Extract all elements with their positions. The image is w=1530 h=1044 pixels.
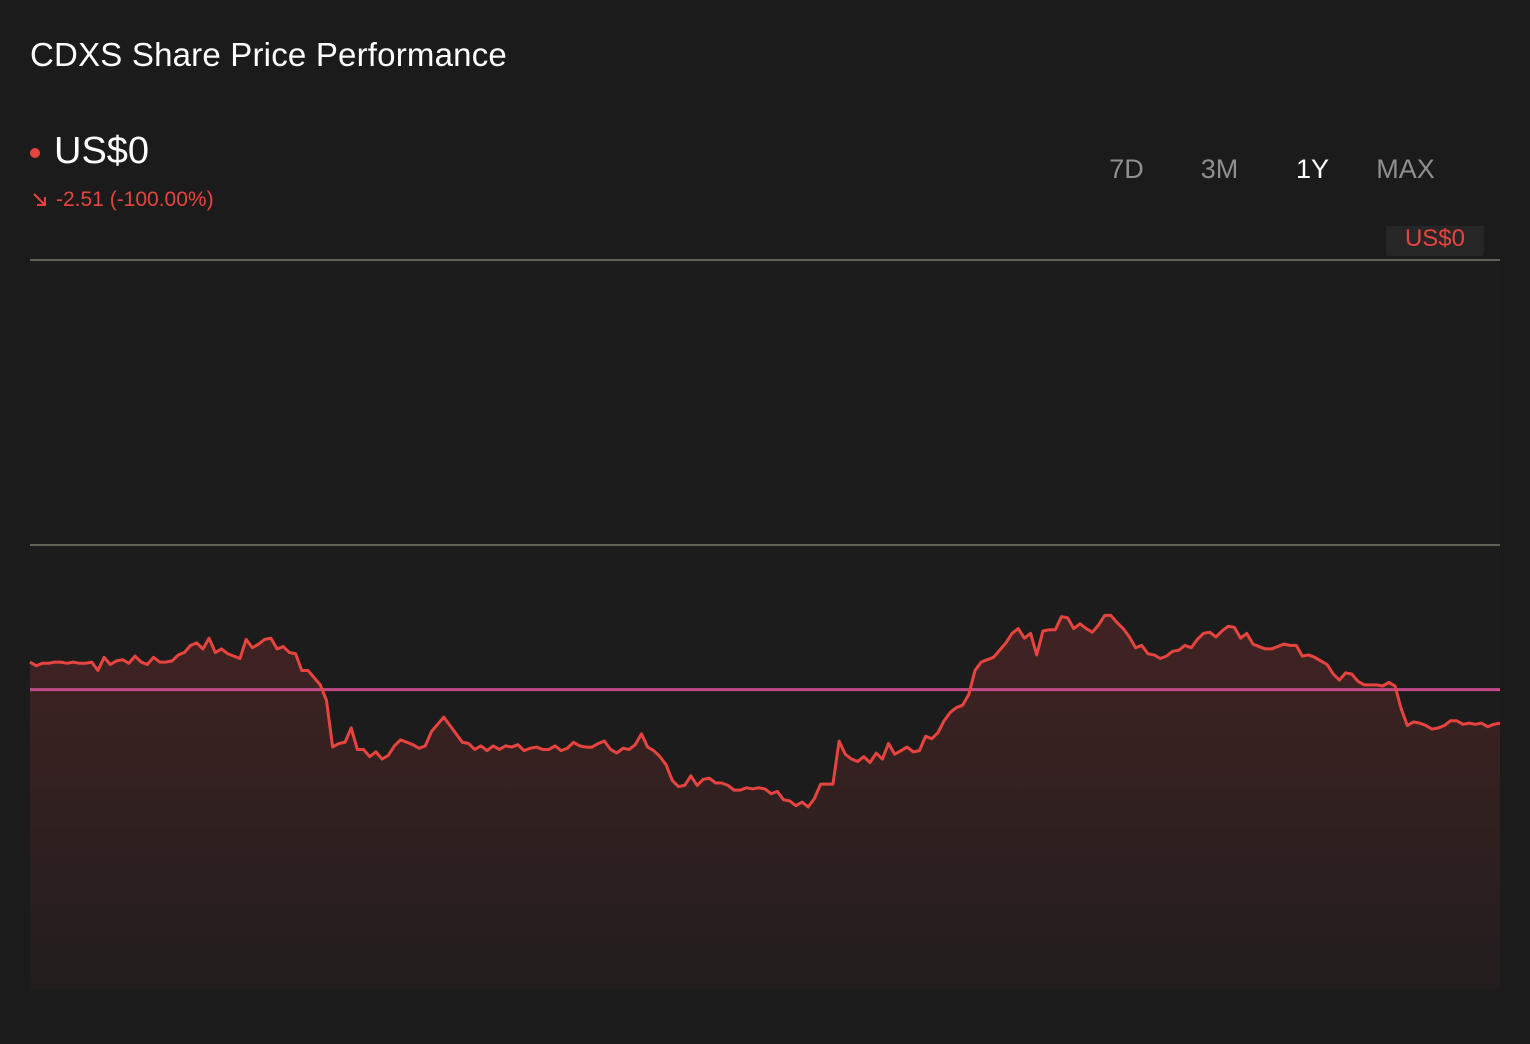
price-tag: US$0 — [1386, 225, 1484, 256]
price-chart-svg: US$0 — [29, 225, 1501, 990]
price-tag-label: US$0 — [1405, 225, 1465, 252]
price-chart: US$0 — [0, 0, 1530, 1044]
